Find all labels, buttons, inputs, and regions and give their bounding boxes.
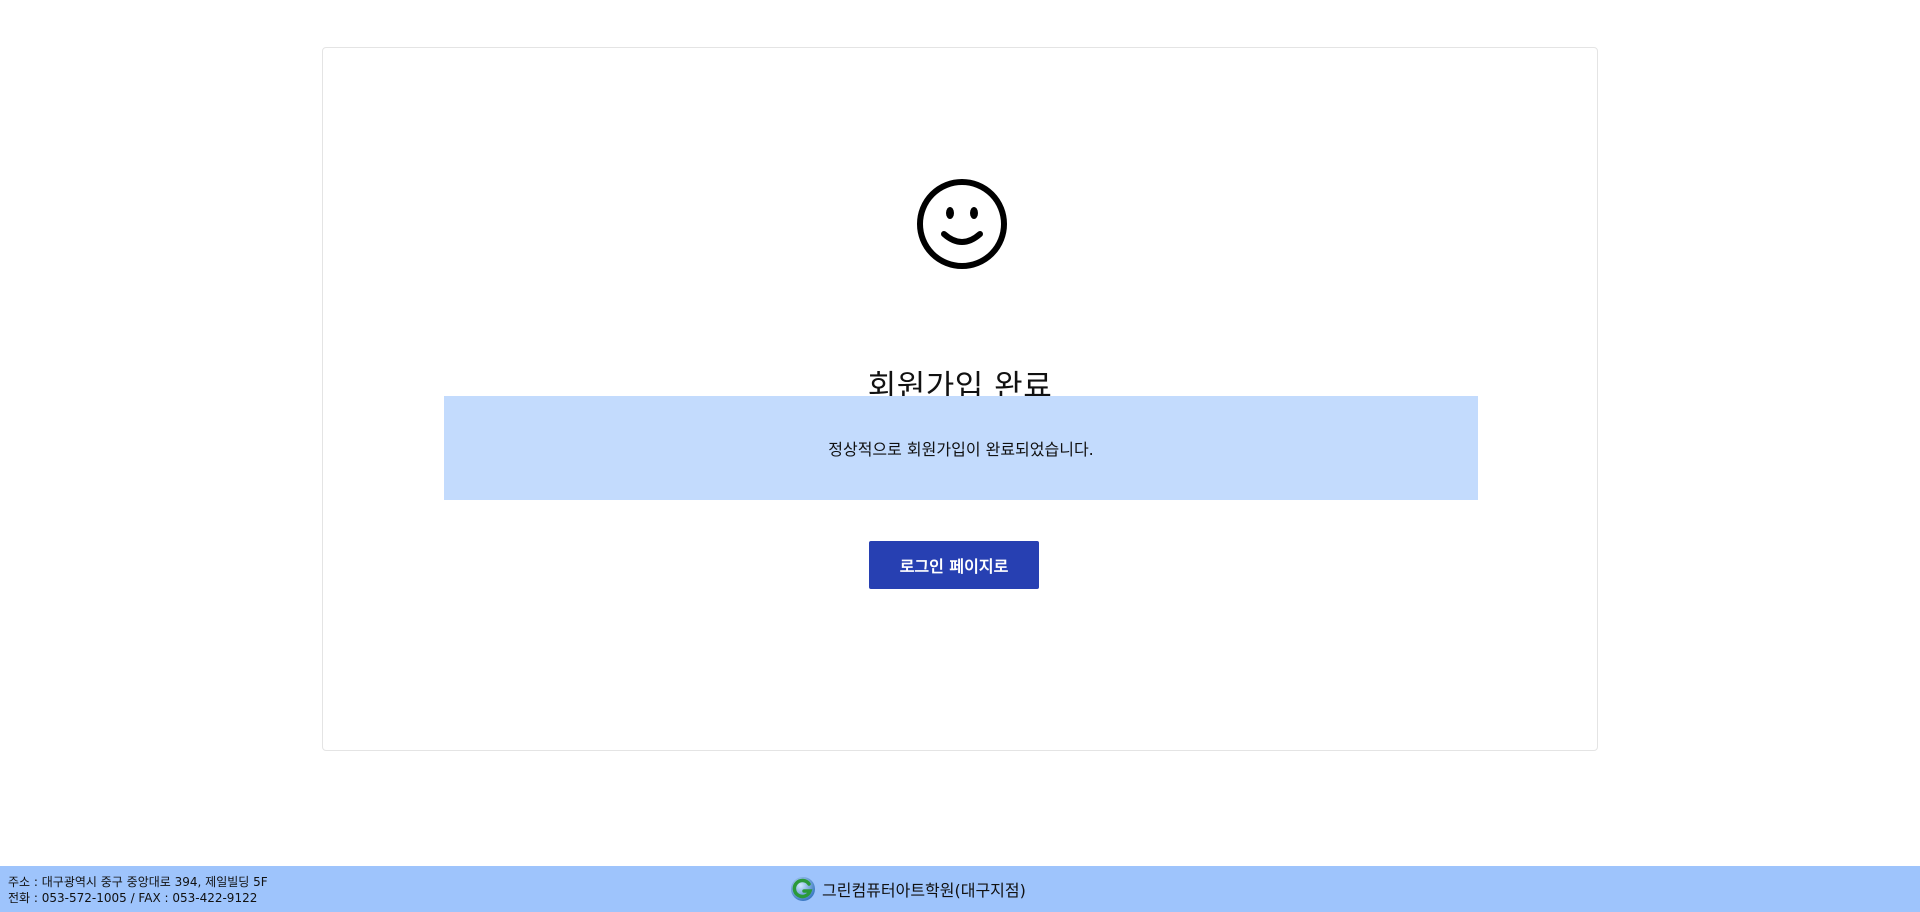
footer-contact: 전화 : 053-572-1005 / FAX : 053-422-9122 — [8, 891, 258, 905]
go-to-login-button[interactable]: 로그인 페이지로 — [869, 541, 1039, 589]
success-message: 정상적으로 회원가입이 완료되었습니다. — [828, 440, 1094, 459]
signup-complete-card: 회원가입 완료 정상적으로 회원가입이 완료되었습니다. 로그인 페이지로 — [322, 47, 1598, 751]
message-box: 정상적으로 회원가입이 완료되었습니다. — [444, 396, 1478, 500]
footer-brand: 그린컴퓨터아트학원(대구지점) — [790, 875, 1026, 903]
footer: 주소 : 대구광역시 중구 중앙대로 394, 제일빌딩 5F 전화 : 053… — [0, 866, 1920, 912]
smiley-icon — [917, 179, 1007, 269]
footer-brand-name: 그린컴퓨터아트학원(대구지점) — [822, 881, 1026, 900]
footer-address: 주소 : 대구광역시 중구 중앙대로 394, 제일빌딩 5F — [8, 875, 268, 889]
page: 회원가입 완료 정상적으로 회원가입이 완료되었습니다. 로그인 페이지로 주소… — [0, 0, 1920, 912]
footer-info: 주소 : 대구광역시 중구 중앙대로 394, 제일빌딩 5F 전화 : 053… — [8, 874, 268, 906]
green-g-logo-icon — [791, 877, 815, 901]
